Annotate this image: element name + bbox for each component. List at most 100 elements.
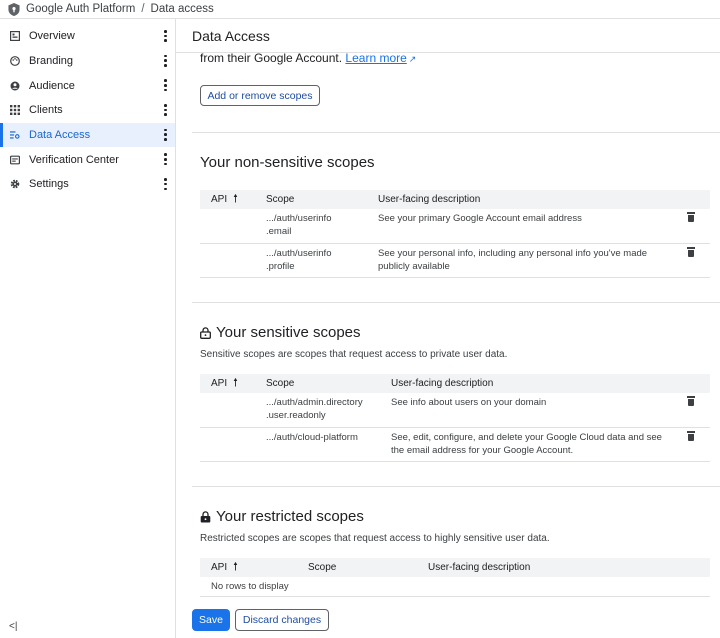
sidebar-item-label: Audience xyxy=(29,79,75,92)
column-api-label: API xyxy=(211,194,228,205)
description-text: See your primary Google Account email ad… xyxy=(378,213,582,224)
delete-icon[interactable] xyxy=(686,396,695,406)
restricted-title: Your restricted scopes xyxy=(200,508,364,525)
sensitive-subtitle: Sensitive scopes are scopes that request… xyxy=(200,349,508,360)
add-remove-scopes-button[interactable]: Add or remove scopes xyxy=(200,85,320,106)
non-sensitive-table: API 🠕 Scope User-facing description .../a… xyxy=(200,190,710,278)
more-vert-icon[interactable] xyxy=(164,104,167,117)
table-row: No rows to display xyxy=(200,577,710,597)
intro-text: from their Google Account. Learn more ↗ xyxy=(200,51,416,65)
sidebar-item-overview[interactable]: Overview xyxy=(0,24,175,49)
sidebar-item-settings[interactable]: Settings xyxy=(0,172,175,197)
sidebar-item-clients[interactable]: Clients xyxy=(0,98,175,123)
more-vert-icon[interactable] xyxy=(164,54,167,67)
external-link-icon: ↗ xyxy=(408,54,417,64)
sidebar-item-data-access[interactable]: Data Access xyxy=(0,122,175,148)
description-text: See info about users on your domain xyxy=(391,397,547,408)
column-scope: Scope xyxy=(266,190,378,209)
data-access-icon xyxy=(10,130,20,140)
description-text: See, edit, configure, and delete your Go… xyxy=(391,431,662,443)
description-cell: See, edit, configure, and delete your Go… xyxy=(391,427,671,462)
scope-text: .profile xyxy=(266,260,295,272)
lock-open-icon xyxy=(200,326,211,339)
scope-text: .user.readonly xyxy=(266,410,326,421)
verification-icon xyxy=(10,155,20,165)
intro-label: from their Google Account. xyxy=(200,51,343,65)
sidebar-item-label: Settings xyxy=(29,178,69,191)
breadcrumb-separator: / xyxy=(141,3,145,15)
table-row: .../auth/admin.directory .user.readonly S… xyxy=(200,393,710,428)
column-api[interactable]: API 🠕 xyxy=(200,558,308,577)
column-scope: Scope xyxy=(308,558,428,577)
description-cell: See your personal info, including any pe… xyxy=(378,243,671,278)
column-description: User-facing description xyxy=(378,190,671,209)
more-vert-icon[interactable] xyxy=(164,30,167,42)
description-cell: See info about users on your domain xyxy=(391,393,671,428)
sidebar-item-verification-center[interactable]: Verification Center xyxy=(0,147,175,172)
overview-icon xyxy=(10,31,20,42)
restricted-title-text: Your restricted scopes xyxy=(216,508,364,525)
page-title: Data Access xyxy=(192,28,270,44)
sidebar-item-label: Verification Center xyxy=(29,153,119,166)
scope-text: .email xyxy=(266,226,292,237)
learn-more-link[interactable]: Learn more xyxy=(345,51,406,65)
lock-icon xyxy=(200,510,211,522)
description-cell: See your primary Google Account email ad… xyxy=(378,209,671,244)
more-vert-icon[interactable] xyxy=(164,178,167,191)
breadcrumb-current: Data access xyxy=(150,3,214,15)
scope-cell: .../auth/admin.directory .user.readonly xyxy=(266,393,391,428)
table-header: API 🠕 Scope User-facing description xyxy=(200,190,710,209)
scope-text: .../auth/admin.directory xyxy=(266,397,363,408)
breadcrumb: Google Auth Platform / Data access xyxy=(0,0,720,19)
column-description: User-facing description xyxy=(391,374,671,393)
scope-text: .../auth/userinfo xyxy=(266,247,332,259)
sidebar-item-label: Clients xyxy=(29,104,63,117)
sensitive-table: API 🠕 Scope User-facing description .../a… xyxy=(200,374,710,462)
sidebar-item-branding[interactable]: Branding xyxy=(0,49,175,74)
sensitive-title-text: Your sensitive scopes xyxy=(216,324,361,341)
column-api[interactable]: API 🠕 xyxy=(200,190,266,209)
scope-cell: .../auth/cloud-platform xyxy=(266,427,391,462)
more-vert-icon[interactable] xyxy=(164,79,167,92)
column-actions xyxy=(671,190,710,209)
scope-text: .../auth/cloud-platform xyxy=(266,431,358,443)
column-description: User-facing description xyxy=(428,558,710,577)
column-scope: Scope xyxy=(266,374,391,393)
save-button[interactable]: Save xyxy=(192,609,230,631)
main-content: Data Access from their Google Account. L… xyxy=(176,19,720,638)
person-icon xyxy=(10,81,20,91)
gear-icon xyxy=(10,179,20,189)
table-row: .../auth/userinfo .email See your primary… xyxy=(200,209,710,244)
sort-arrow-up-icon[interactable]: 🠕 xyxy=(233,558,238,577)
column-actions xyxy=(671,374,710,393)
sidebar-item-label: Overview xyxy=(29,30,75,43)
column-api[interactable]: API 🠕 xyxy=(200,374,266,393)
restricted-table: API 🠕 Scope User-facing description No ro… xyxy=(200,558,710,597)
sort-arrow-up-icon[interactable]: 🠕 xyxy=(233,374,238,393)
more-vert-icon[interactable] xyxy=(164,128,167,141)
description-text: See your personal info, including any pe… xyxy=(378,247,648,259)
column-api-label: API xyxy=(211,378,228,389)
discard-changes-button[interactable]: Discard changes xyxy=(235,609,329,631)
table-header: API 🠕 Scope User-facing description xyxy=(200,374,710,393)
breadcrumb-app[interactable]: Google Auth Platform xyxy=(26,3,135,15)
sort-arrow-up-icon[interactable]: 🠕 xyxy=(233,190,238,209)
sidebar-item-audience[interactable]: Audience xyxy=(0,73,175,98)
table-row: .../auth/userinfo .profile See your perso… xyxy=(200,243,710,278)
sidebar-item-label: Branding xyxy=(29,55,74,68)
description-text: publicly available xyxy=(378,260,450,272)
more-vert-icon[interactable] xyxy=(164,153,167,166)
palette-icon xyxy=(10,56,20,66)
table-row: .../auth/cloud-platform See, edit, confi… xyxy=(200,427,710,462)
delete-icon[interactable] xyxy=(686,430,695,441)
shield-icon xyxy=(8,2,20,16)
sidebar: Overview Branding Audience Clients Data … xyxy=(0,19,176,638)
scope-cell: .../auth/userinfo .profile xyxy=(266,243,378,278)
sensitive-title: Your sensitive scopes xyxy=(200,324,361,341)
table-header: API 🠕 Scope User-facing description xyxy=(200,558,710,577)
scope-cell: .../auth/userinfo .email xyxy=(266,209,378,244)
collapse-sidebar-icon[interactable]: <| xyxy=(9,621,17,632)
non-sensitive-title: Your non-sensitive scopes xyxy=(200,154,375,171)
delete-icon[interactable] xyxy=(686,246,695,257)
delete-icon[interactable] xyxy=(686,212,695,222)
